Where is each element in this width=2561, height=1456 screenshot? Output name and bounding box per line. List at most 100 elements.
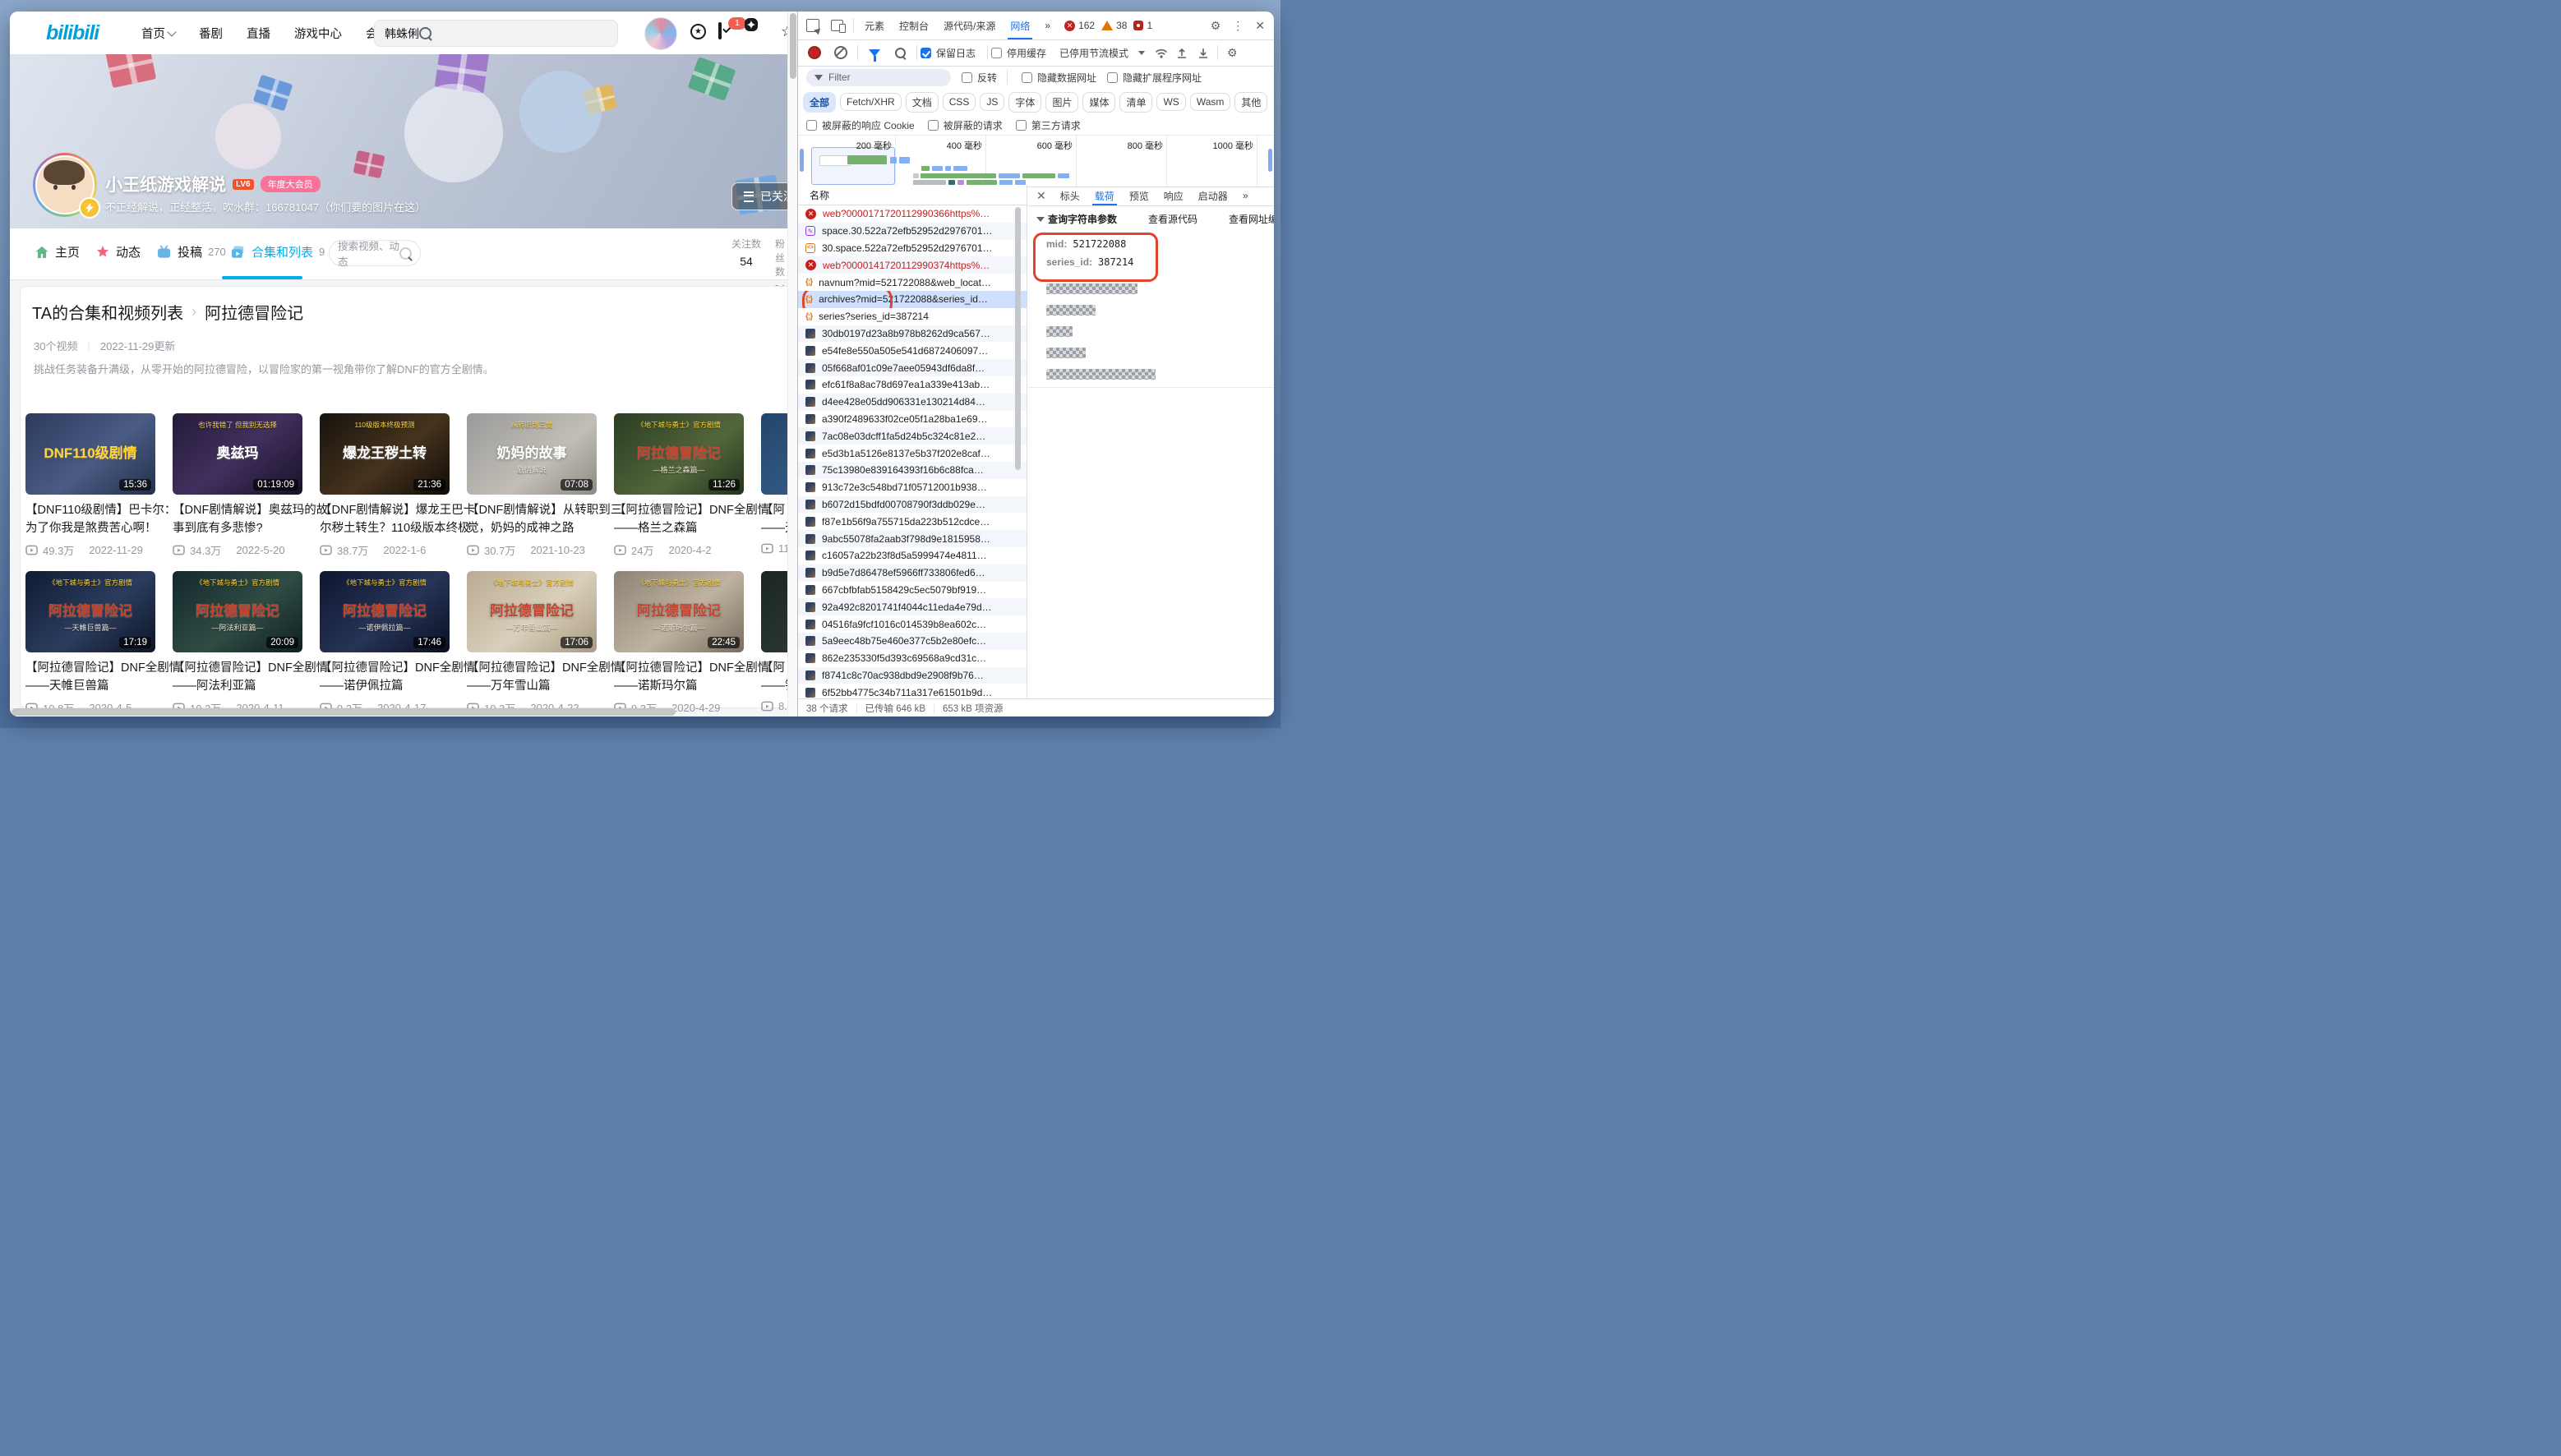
video-title[interactable]: 【阿拉德冒险记】DNF全剧情——万年雪山篇 xyxy=(467,659,597,695)
request-row[interactable]: d4ee428e05dd906331e130214d84… xyxy=(798,394,1027,411)
hide-extension-urls-checkbox[interactable] xyxy=(1107,72,1118,83)
profile-avatar[interactable] xyxy=(33,153,97,217)
filter-input[interactable]: Filter xyxy=(806,69,951,86)
network-overview-timeline[interactable]: 200 毫秒400 毫秒600 毫秒800 毫秒1000 毫秒 xyxy=(798,135,1274,187)
chip-媒体[interactable]: 媒体 xyxy=(1082,92,1115,113)
horizontal-scrollbar[interactable] xyxy=(12,708,786,716)
search-icon[interactable] xyxy=(399,247,412,260)
export-har-icon[interactable] xyxy=(1198,48,1208,58)
video-title[interactable]: 【阿拉德冒险记】DNF全剧情——诺伊佩拉篇 xyxy=(320,659,450,695)
hide-data-urls-checkbox[interactable] xyxy=(1022,72,1032,83)
chip-其他[interactable]: 其他 xyxy=(1234,92,1267,113)
chip-字体[interactable]: 字体 xyxy=(1008,92,1041,113)
view-url-encoded-link[interactable]: 查看网址编码 xyxy=(1229,212,1274,226)
video-title[interactable]: 【DNF剧情解说】从转职到三觉，奶妈的成神之路 xyxy=(467,501,597,537)
request-row[interactable]: 5a9eec48b75e460e377c5b2e80efc… xyxy=(798,633,1027,650)
video-title[interactable]: 【阿拉德冒险记】DNF全剧情——诺斯玛尔篇 xyxy=(614,659,744,695)
request-row[interactable]: 92a492c8201741f4044c11eda4e79d… xyxy=(798,598,1027,615)
request-row[interactable]: 7ac08e03dcff1fa5d24b5c324c81e2… xyxy=(798,427,1027,445)
vip-badge[interactable]: 年度大会员 xyxy=(261,176,321,192)
video-card[interactable]: 《地下城与勇士》官方剧情阿拉德冒险记—格兰之森篇—11:26 【阿拉德冒险记】DN… xyxy=(614,413,744,558)
video-title[interactable]: 【阿拉德冒险记】DNF全剧情——天帷巨兽篇 xyxy=(25,659,155,695)
request-row[interactable]: 05f668af01c09e7aee05943df6da8f… xyxy=(798,359,1027,376)
video-thumbnail[interactable]: 《地下城与勇士》官方剧情阿拉德冒险记—万年雪山篇—17:06 xyxy=(467,571,597,652)
chip-JS[interactable]: JS xyxy=(980,93,1004,111)
request-row[interactable]: {;}archives?mid=521722088&series_id… xyxy=(798,291,1027,308)
details-tab-载荷[interactable]: 载荷 xyxy=(1087,186,1122,205)
details-tab-预览[interactable]: 预览 xyxy=(1122,186,1156,205)
video-card[interactable]: 《地下城与勇士》官方剧情阿拉德冒险记—阿法利亚篇—20:09 【阿拉德冒险记】DN… xyxy=(173,571,302,716)
video-title[interactable]: 【阿拉德冒险记】DNF全剧情——阿法利亚篇 xyxy=(173,659,302,695)
followed-button[interactable]: 已关注 xyxy=(731,182,787,210)
video-card[interactable]: 《地下城与勇士》官方剧情阿拉德冒险记—诺斯玛尔篇—22:45 【阿拉德冒险记】DN… xyxy=(614,571,744,716)
details-tab-响应[interactable]: 响应 xyxy=(1156,186,1191,205)
tab-动态[interactable]: 动态 xyxy=(95,243,141,260)
request-row[interactable]: <>30.space.522a72efb52952d2976701… xyxy=(798,240,1027,257)
request-row[interactable]: 862e235330f5d393c69568a9cd31c… xyxy=(798,650,1027,667)
close-details-icon[interactable]: ✕ xyxy=(1036,189,1046,203)
video-title[interactable]: 【阿——天 xyxy=(761,501,787,537)
request-row[interactable]: 75c13980e839164393f16b6c88fca… xyxy=(798,462,1027,479)
video-title[interactable]: 【阿——锈 xyxy=(761,659,787,695)
request-row[interactable]: ✕web?0000141720112990374https%… xyxy=(798,256,1027,274)
collapse-triangle-icon[interactable] xyxy=(1036,217,1045,222)
error-count-badge[interactable]: ✕ 162 xyxy=(1064,20,1095,31)
video-thumbnail[interactable]: 从转职到三觉奶妈的故事剧情解说07:08 xyxy=(467,413,597,495)
video-thumbnail[interactable]: 《地下城与勇士》官方剧情阿拉德冒险记—诺斯玛尔篇—22:45 xyxy=(614,571,744,652)
details-tab-启动器[interactable]: 启动器 xyxy=(1191,186,1235,205)
video-card[interactable]: 《地下城与勇士》官方剧情阿拉德冒险记—万年雪山篇—17:06 【阿拉德冒险记】DN… xyxy=(467,571,597,716)
issues-count-badge[interactable]: 1 xyxy=(1133,20,1152,31)
request-list-scrollbar[interactable] xyxy=(1015,207,1022,697)
video-thumbnail[interactable]: 《地下城与勇士》官方剧情阿拉德冒险记—阿法利亚篇—20:09 xyxy=(173,571,302,652)
breadcrumb-root[interactable]: TA的合集和视频列表 xyxy=(32,300,183,324)
devtools-tab-网络[interactable]: 网络 xyxy=(1003,12,1037,39)
close-devtools-icon[interactable]: ✕ xyxy=(1255,19,1265,33)
network-settings-gear-icon[interactable]: ⚙ xyxy=(1227,46,1238,60)
chip-全部[interactable]: 全部 xyxy=(803,92,836,113)
request-row[interactable]: {;}navnum?mid=521722088&web_locat… xyxy=(798,274,1027,291)
request-row[interactable]: 913c72e3c548bd71f05712001b938… xyxy=(798,479,1027,496)
device-toolbar-icon[interactable] xyxy=(831,20,843,31)
message-icon[interactable]: 1 xyxy=(718,24,722,38)
request-row[interactable]: ✎space.30.522a72efb52952d2976701… xyxy=(798,223,1027,240)
request-row[interactable]: e5d3b1a5126e8137e5b37f202e8caf… xyxy=(798,445,1027,462)
request-row[interactable]: 04516fa9fcf1016c014539b8ea602c… xyxy=(798,615,1027,633)
request-row[interactable]: {;}series?series_id=387214 xyxy=(798,308,1027,325)
timeline-selection[interactable] xyxy=(811,147,895,185)
inspect-element-icon[interactable] xyxy=(806,19,819,32)
video-card[interactable]: 《地下城与勇士》官方剧情阿拉德冒险记—诺伊佩拉篇—17:46 【阿拉德冒险记】DN… xyxy=(320,571,450,716)
chip-图片[interactable]: 图片 xyxy=(1045,92,1078,113)
video-card[interactable]: 从转职到三觉奶妈的故事剧情解说07:08 【DNF剧情解说】从转职到三觉，奶妈的成… xyxy=(467,413,597,558)
vip-icon[interactable]: ★ xyxy=(690,24,706,39)
network-conditions-icon[interactable] xyxy=(1155,48,1168,58)
devtools-tab-元素[interactable]: 元素 xyxy=(857,12,892,39)
devtools-tab-源代码/来源[interactable]: 源代码/来源 xyxy=(936,12,1003,39)
kebab-menu-icon[interactable]: ⋮ xyxy=(1232,19,1244,33)
video-thumbnail[interactable]: 阿 xyxy=(761,571,787,652)
more-panels-icon[interactable]: » xyxy=(1037,12,1058,39)
chip-Fetch/XHR[interactable]: Fetch/XHR xyxy=(840,93,902,111)
chip-CSS[interactable]: CSS xyxy=(943,93,976,111)
import-har-icon[interactable] xyxy=(1177,48,1187,58)
request-row[interactable]: 9abc55078fa2aab3f798d9e1815958… xyxy=(798,530,1027,547)
nav-item-3[interactable]: 直播 xyxy=(247,25,270,42)
stat-following[interactable]: 关注数54 xyxy=(731,237,761,268)
throttling-select[interactable]: 已停用节流模式 xyxy=(1059,46,1128,60)
video-card[interactable]: 110级版本终极预测爆龙王秽土转21:36【DNF剧情解说】爆龙王巴卡尔秽土转生… xyxy=(320,413,450,558)
blocked-checkbox-1[interactable] xyxy=(806,120,817,131)
timeline-right-handle[interactable] xyxy=(1268,149,1272,172)
nav-item-2[interactable]: 番剧 xyxy=(199,25,223,42)
video-thumbnail[interactable]: 《地下城与勇士》官方剧情阿拉德冒险记—诺伊佩拉篇—17:46 xyxy=(320,571,450,652)
video-card[interactable]: DNF110级剧情15:36【DNF110级剧情】巴卡尔：为了你我是煞费苦心啊！… xyxy=(25,413,155,558)
chip-文档[interactable]: 文档 xyxy=(906,92,939,113)
preserve-log-checkbox[interactable] xyxy=(921,48,931,58)
video-title[interactable]: 【DNF剧情解说】奥兹玛的故事到底有多悲惨? xyxy=(173,501,302,537)
request-row[interactable]: 667cbfbfab5158429c5ec5079bf919… xyxy=(798,582,1027,599)
timeline-left-handle[interactable] xyxy=(800,149,804,172)
video-thumbnail[interactable]: 《地下城与勇士》官方剧情阿拉德冒险记—格兰之森篇—11:26 xyxy=(614,413,744,495)
video-title[interactable]: 【阿拉德冒险记】DNF全剧情——格兰之森篇 xyxy=(614,501,744,537)
video-thumbnail[interactable]: 阿 xyxy=(761,413,787,495)
details-tab-标头[interactable]: 标头 xyxy=(1053,186,1087,205)
request-row[interactable]: f8741c8c70ac938dbd9e2908f9b76… xyxy=(798,667,1027,684)
request-row[interactable]: a390f2489633f02ce05f1a28ba1e69… xyxy=(798,411,1027,428)
